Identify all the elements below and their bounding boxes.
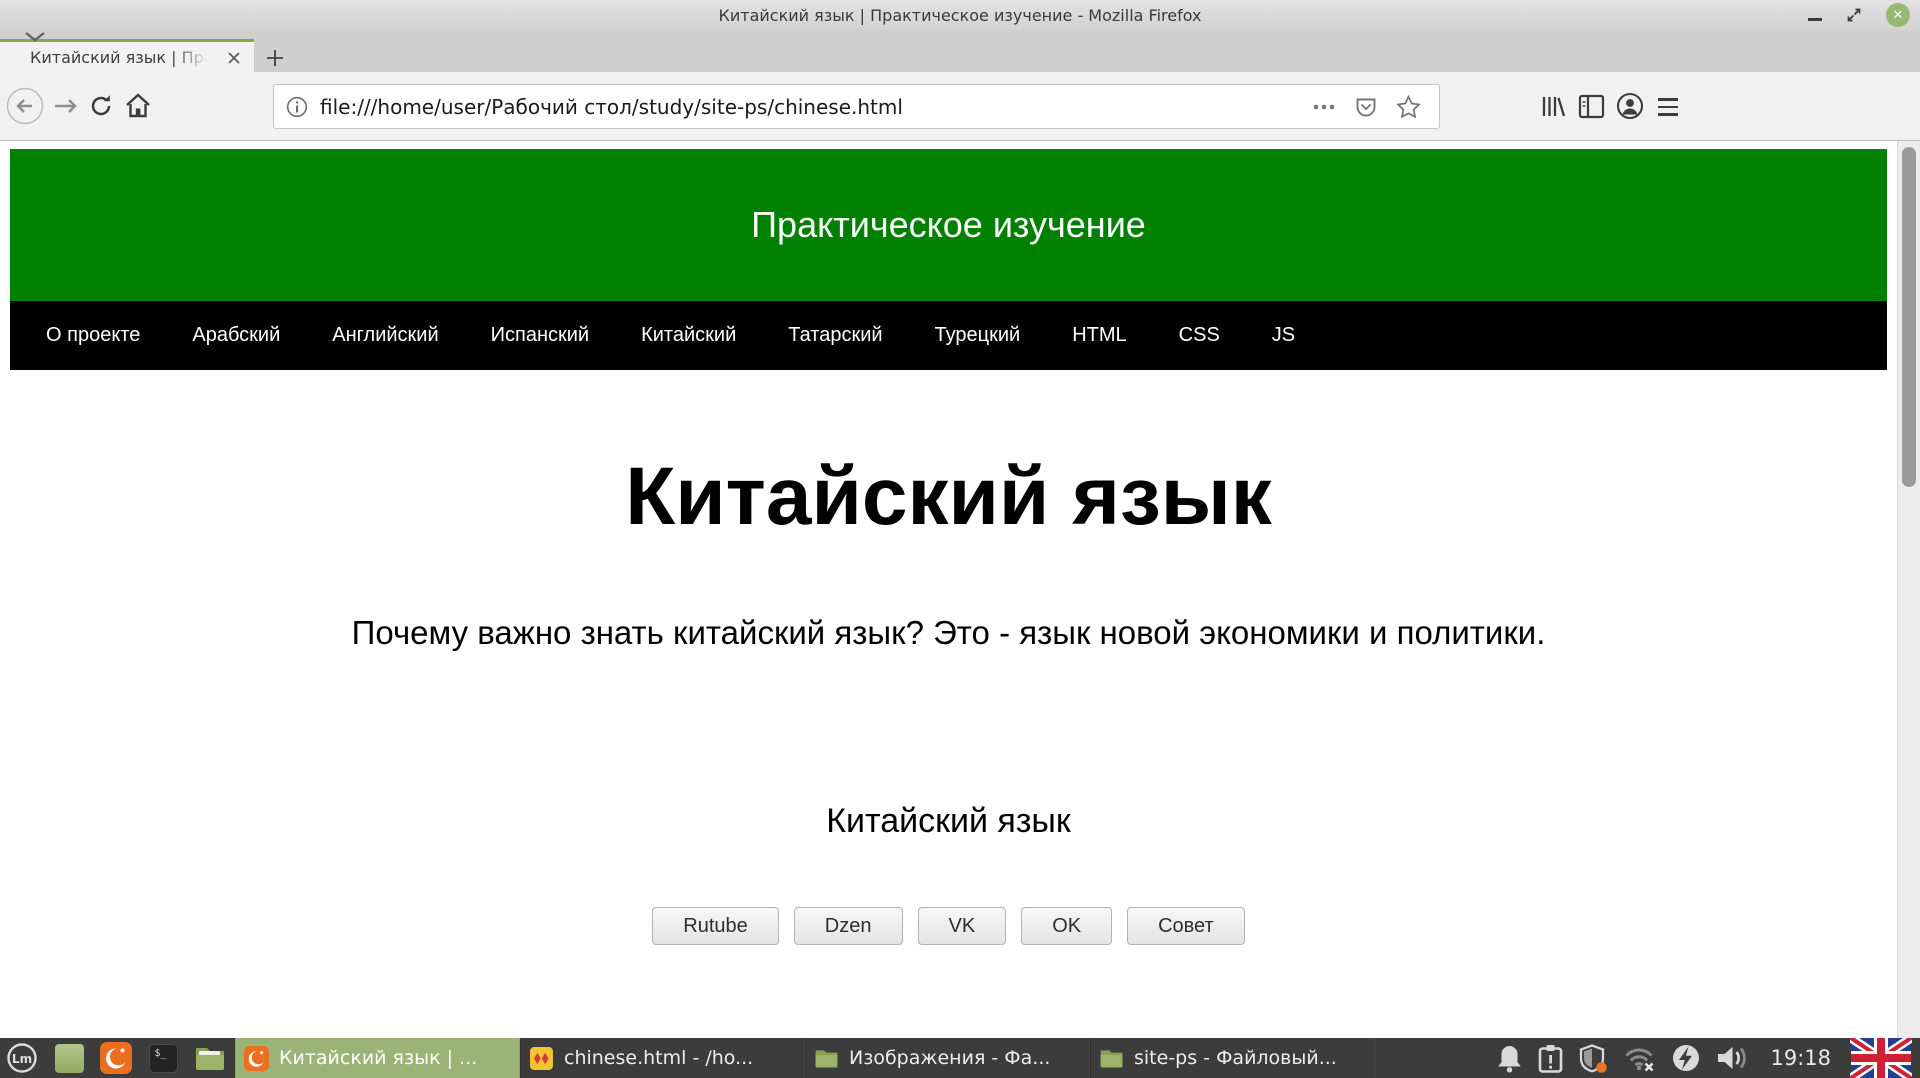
maximize-button[interactable] <box>1846 7 1862 23</box>
browser-viewport: Практическое изучение О проекте Арабский… <box>0 141 1920 1038</box>
sidebar-button[interactable] <box>1578 94 1605 123</box>
window-title: Китайский язык | Практическое изучение -… <box>719 6 1202 25</box>
tab-bar: Китайский язык | Пра <box>0 30 1920 72</box>
mint-logo-icon: Lm <box>6 1042 38 1074</box>
taskbar-launchers: Lm $_ <box>0 1041 235 1075</box>
scrollbar-thumb[interactable] <box>1902 147 1916 487</box>
scrollbar-track[interactable] <box>1897 141 1920 1038</box>
site-header: Практическое изучение <box>10 149 1887 301</box>
terminal-launcher[interactable]: $_ <box>146 1041 180 1075</box>
home-icon <box>124 92 152 119</box>
text-editor-icon <box>529 1046 554 1071</box>
taskbar-window-siteps[interactable]: site-ps - Файловый... <box>1090 1038 1375 1078</box>
volume-icon[interactable] <box>1716 1044 1751 1072</box>
nav-item-spanish[interactable]: Испанский <box>491 324 589 347</box>
url-text: file:///home/user/Рабочий стол/study/sit… <box>320 95 1312 119</box>
menu-button[interactable] <box>1658 98 1678 116</box>
nav-item-js[interactable]: JS <box>1272 324 1295 347</box>
taskbar-window-firefox[interactable]: Китайский язык | ... <box>235 1038 520 1078</box>
taskbar-window-label: Китайский язык | ... <box>279 1047 477 1069</box>
page-subtitle: Китайский язык <box>0 802 1897 841</box>
tab-close-icon[interactable] <box>226 50 242 66</box>
new-tab-button[interactable] <box>260 47 290 69</box>
taskbar: Lm $_ <box>0 1038 1920 1078</box>
account-icon <box>1616 92 1644 120</box>
site-header-title: Практическое изучение <box>751 204 1146 246</box>
taskbar-window-images[interactable]: Изображения - Фа... <box>805 1038 1090 1078</box>
system-tray: 19:18 <box>1452 1038 1920 1078</box>
sidebar-icon <box>1578 94 1605 119</box>
social-buttons-row: Rutube Dzen VK OK Совет <box>0 907 1897 945</box>
tab-title: Китайский язык | Пра <box>30 48 208 67</box>
back-icon <box>6 87 44 125</box>
power-icon[interactable] <box>1671 1043 1701 1073</box>
network-disconnected-icon[interactable] <box>1623 1045 1656 1072</box>
taskbar-clock[interactable]: 19:18 <box>1770 1046 1831 1070</box>
reload-button[interactable] <box>88 93 114 123</box>
nav-item-chinese[interactable]: Китайский <box>641 324 736 347</box>
workspace-switcher-icon[interactable] <box>1452 1044 1481 1073</box>
dzen-button[interactable]: Dzen <box>794 907 903 945</box>
nav-item-english[interactable]: Английский <box>332 324 438 347</box>
show-desktop-icon <box>55 1044 84 1073</box>
mint-menu-button[interactable]: Lm <box>5 1041 39 1075</box>
nav-item-tatar[interactable]: Татарский <box>788 324 882 347</box>
show-desktop-button[interactable] <box>52 1041 86 1075</box>
firefox-icon <box>244 1046 269 1071</box>
terminal-icon: $_ <box>149 1044 178 1073</box>
desktop: Китайский язык | Практическое изучение -… <box>0 0 1920 1078</box>
reload-icon <box>88 93 114 119</box>
shield-security-icon[interactable] <box>1578 1043 1608 1074</box>
firefox-launcher[interactable] <box>99 1041 133 1075</box>
home-button[interactable] <box>124 92 152 123</box>
folder-icon <box>814 1048 839 1069</box>
svg-text:Lm: Lm <box>12 1052 32 1066</box>
back-button[interactable] <box>6 87 44 129</box>
library-button[interactable] <box>1540 93 1567 124</box>
firefox-icon <box>100 1042 132 1074</box>
forward-button[interactable] <box>52 93 80 123</box>
close-button[interactable]: ✕ <box>1886 3 1910 27</box>
vk-button[interactable]: VK <box>918 907 1007 945</box>
page-intro: Почему важно знать китайский язык? Это -… <box>0 614 1897 652</box>
forward-icon <box>52 93 80 119</box>
taskbar-window-editor[interactable]: chinese.html - /ho... <box>520 1038 805 1078</box>
library-icon <box>1540 93 1567 120</box>
plus-icon <box>266 49 284 67</box>
folder-icon <box>194 1045 226 1072</box>
taskbar-window-label: site-ps - Файловый... <box>1134 1047 1337 1069</box>
rutube-button[interactable]: Rutube <box>652 907 779 945</box>
folder-icon <box>1099 1048 1124 1069</box>
browser-tab[interactable]: Китайский язык | Пра <box>0 39 254 72</box>
nav-item-html[interactable]: HTML <box>1072 324 1126 347</box>
maximize-icon <box>1846 7 1862 23</box>
nav-item-turkish[interactable]: Турецкий <box>935 324 1021 347</box>
minimize-button[interactable] <box>1808 18 1822 21</box>
nav-item-css[interactable]: CSS <box>1179 324 1220 347</box>
page-title: Китайский язык <box>0 450 1897 544</box>
window-titlebar: Китайский язык | Практическое изучение -… <box>0 0 1920 30</box>
notifications-icon[interactable] <box>1496 1044 1523 1073</box>
site-nav: О проекте Арабский Английский Испанский … <box>10 301 1887 370</box>
ok-button[interactable]: OK <box>1021 907 1112 945</box>
page-actions-icon[interactable] <box>1312 103 1336 111</box>
page-info-icon[interactable] <box>286 96 308 118</box>
keyboard-layout-uk-flag[interactable] <box>1850 1038 1912 1078</box>
navigation-toolbar: file:///home/user/Рабочий стол/study/sit… <box>0 72 1920 141</box>
nav-item-arabic[interactable]: Арабский <box>192 324 280 347</box>
nav-item-about[interactable]: О проекте <box>46 324 140 347</box>
url-bar[interactable]: file:///home/user/Рабочий стол/study/sit… <box>273 84 1440 129</box>
file-manager-launcher[interactable] <box>193 1041 227 1075</box>
taskbar-window-label: Изображения - Фа... <box>849 1047 1050 1069</box>
menu-icon <box>1658 98 1678 101</box>
taskbar-window-label: chinese.html - /ho... <box>564 1047 753 1069</box>
clipboard-updates-icon[interactable] <box>1538 1044 1563 1073</box>
sovet-button[interactable]: Совет <box>1127 907 1245 945</box>
bookmark-star-icon[interactable] <box>1396 95 1421 119</box>
chevron-down-icon[interactable] <box>24 31 46 43</box>
web-page: Практическое изучение О проекте Арабский… <box>0 141 1897 1038</box>
pocket-icon[interactable] <box>1354 95 1378 119</box>
